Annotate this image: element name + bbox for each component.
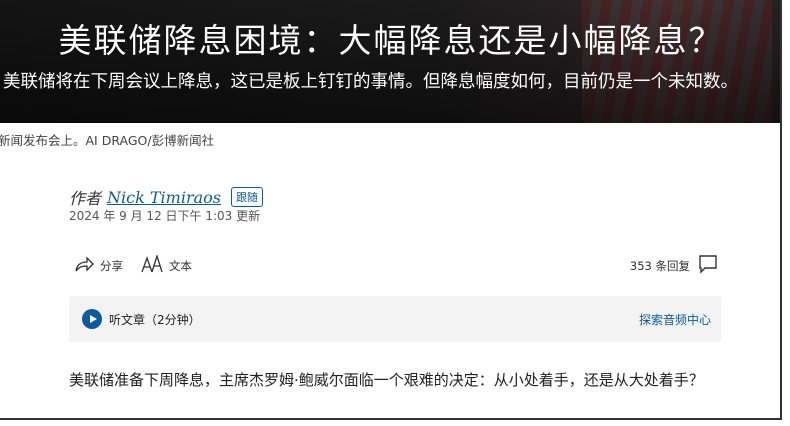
author-prefix: 作者	[69, 189, 102, 208]
audio-hub-link[interactable]: 探索音频中心	[639, 311, 711, 328]
article-paragraph: 美联储准备下周降息，主席杰罗姆·鲍威尔面临一个艰难的决定：从小处着手，还是从大处…	[69, 371, 704, 389]
share-icon	[74, 255, 94, 277]
follow-button[interactable]: 跟随	[230, 187, 263, 207]
text-size-button[interactable]: 文本	[141, 253, 192, 277]
listen-label: 听文章（2分钟）	[109, 313, 201, 327]
text-size-label: 文本	[169, 259, 192, 273]
audio-player: 听文章（2分钟） 探索音频中心	[69, 296, 721, 342]
byline: 作者 Nick Timiraos 跟随	[69, 185, 263, 209]
hero-banner: 美联储降息困境：大幅降息还是小幅降息？ 美联储将在下周会议上降息，这已是板上钉钉…	[0, 0, 780, 123]
share-label: 分享	[100, 259, 123, 273]
comments-button[interactable]: 353 条回复	[630, 254, 718, 278]
article-subtitle: 美联储将在下周会议上降息，这已是板上钉钉的事情。但降息幅度如何，目前仍是一个未知…	[3, 72, 738, 92]
share-button[interactable]: 分享	[74, 255, 123, 277]
image-caption: 新闻发布会上。AI DRAGO/彭博新闻社	[0, 133, 215, 148]
browser-frame: 美联储降息困境：大幅降息还是小幅降息？ 美联储将在下周会议上降息，这已是板上钉钉…	[0, 0, 782, 420]
comments-count: 353 条回复	[629, 259, 690, 273]
play-icon[interactable]	[82, 309, 102, 329]
article-toolbar: 分享 文本	[74, 253, 210, 277]
text-size-icon	[141, 253, 163, 277]
comment-icon	[698, 254, 718, 278]
article-title: 美联储降息困境：大幅降息还是小幅降息？	[58, 21, 724, 60]
author-link[interactable]: Nick Timiraos	[107, 188, 221, 207]
publish-date: 2024 年 9 月 12 日下午 1:03 更新	[69, 209, 261, 223]
